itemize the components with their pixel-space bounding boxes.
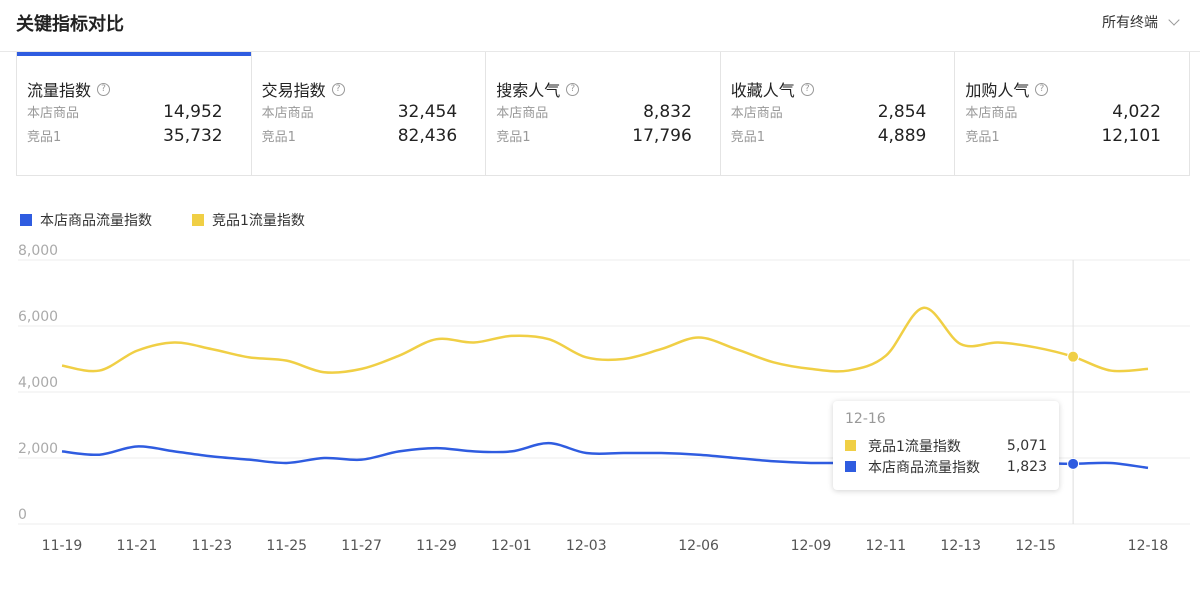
y-tick-label: 2,000 — [18, 441, 58, 457]
y-tick-label: 8,000 — [18, 243, 58, 259]
x-tick-label: 12-06 — [678, 538, 719, 554]
x-tick-label: 12-01 — [491, 538, 532, 554]
line-chart[interactable]: 0 2,000 4,000 6,000 8,000 11-19 11-21 11-23 11-2… — [0, 0, 1200, 590]
y-tick-label: 4,000 — [18, 375, 58, 391]
tooltip-date: 12-16 — [845, 411, 886, 427]
tooltip-swatch — [845, 440, 856, 451]
tooltip-row: 本店商品流量指数 1,823 — [845, 456, 1047, 477]
x-tick-label: 11-27 — [341, 538, 382, 554]
chart-tooltip: 12-16 竞品1流量指数 5,071 本店商品流量指数 1,823 — [833, 401, 1059, 490]
x-tick-label: 12-18 — [1128, 538, 1169, 554]
y-tick-label: 6,000 — [18, 309, 58, 325]
x-tick-label: 11-21 — [117, 538, 158, 554]
x-tick-label: 12-11 — [866, 538, 907, 554]
x-tick-label: 11-23 — [191, 538, 232, 554]
x-tick-label: 11-29 — [416, 538, 457, 554]
x-tick-label: 12-03 — [566, 538, 607, 554]
series-line-1 — [61, 306, 1149, 374]
highlight-point-1 — [1067, 350, 1080, 363]
tooltip-series-value: 1,823 — [1006, 458, 1047, 475]
tooltip-series-name: 竞品1流量指数 — [868, 438, 961, 455]
tooltip-swatch — [845, 461, 856, 472]
x-tick-label: 11-19 — [42, 538, 83, 554]
x-tick-label: 11-25 — [266, 538, 307, 554]
x-tick-label: 12-15 — [1015, 538, 1056, 554]
tooltip-row: 竞品1流量指数 5,071 — [845, 435, 1047, 456]
x-tick-label: 12-13 — [940, 538, 981, 554]
tooltip-series-value: 5,071 — [1006, 437, 1047, 454]
x-tick-label: 12-09 — [791, 538, 832, 554]
tooltip-series-name: 本店商品流量指数 — [868, 459, 980, 476]
highlight-point-0 — [1067, 457, 1080, 470]
y-tick-label: 0 — [18, 507, 27, 523]
